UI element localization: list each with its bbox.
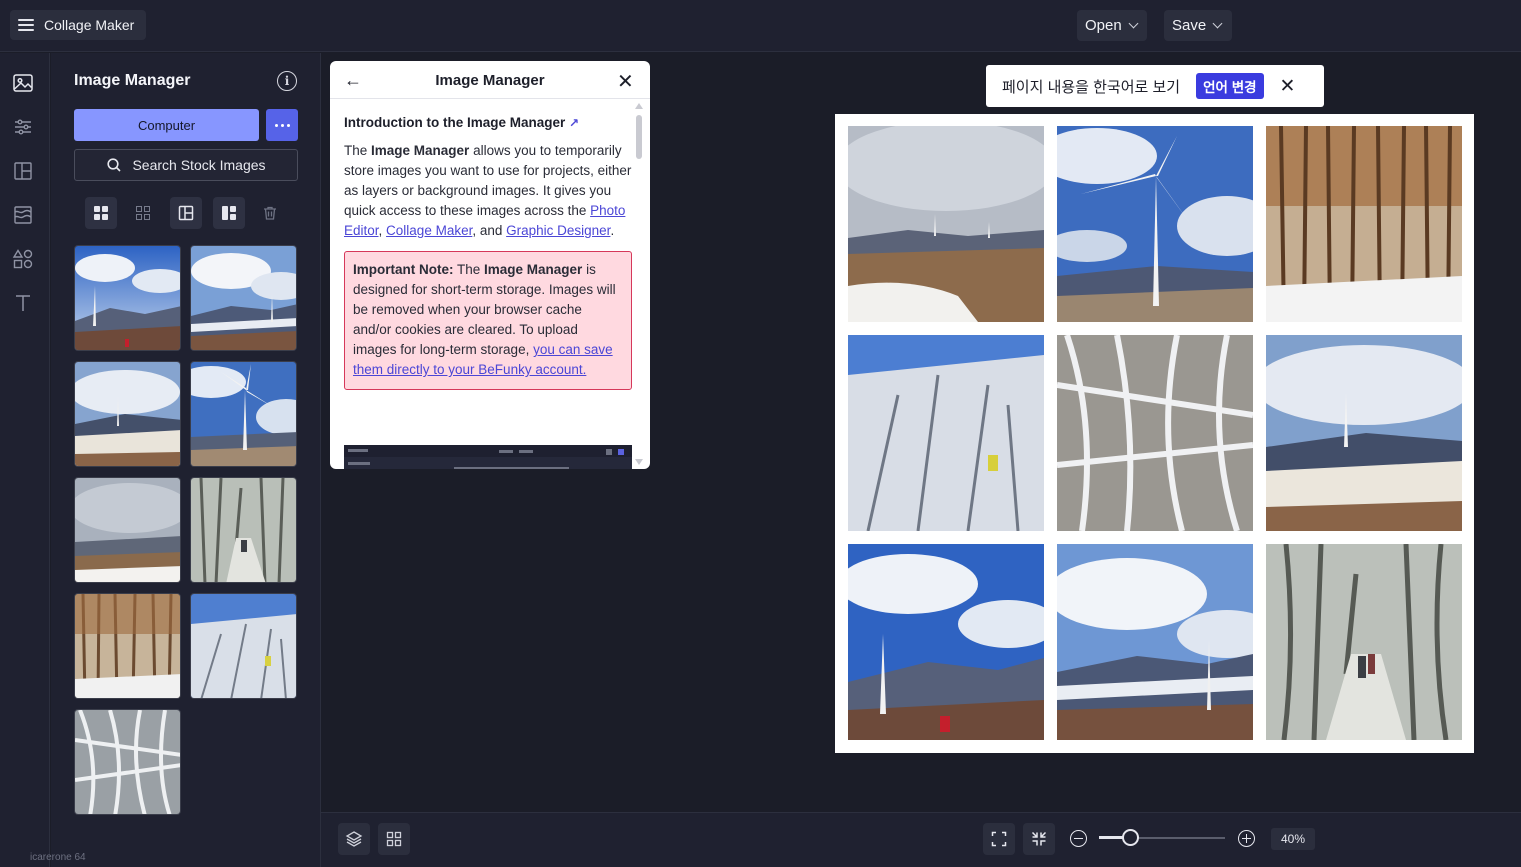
tool-rail: [0, 53, 50, 867]
app-menu-button[interactable]: Collage Maker: [10, 10, 146, 40]
close-icon[interactable]: ✕: [617, 69, 634, 94]
thumbnail[interactable]: [74, 361, 181, 467]
texture-icon[interactable]: [12, 204, 34, 226]
thumbnail[interactable]: [190, 245, 297, 351]
chevron-down-icon: [1128, 18, 1139, 29]
collage-cell[interactable]: [1266, 335, 1462, 531]
image-manager-panel: Image Manager i Computer Search Stock Im…: [51, 53, 321, 867]
zoom-out-icon[interactable]: [1070, 830, 1087, 847]
layout-icon[interactable]: [12, 160, 34, 182]
open-label: Open: [1085, 17, 1122, 34]
text-icon[interactable]: [12, 292, 34, 314]
save-button[interactable]: Save: [1164, 10, 1232, 41]
layers-icon[interactable]: [338, 823, 370, 855]
zoom-slider-handle[interactable]: [1122, 829, 1139, 846]
help-heading[interactable]: Introduction to the Image Manager ↗: [344, 113, 632, 133]
app-name: Collage Maker: [44, 17, 135, 33]
graphic-designer-link[interactable]: Graphic Designer: [506, 223, 610, 238]
collage-cell[interactable]: [1266, 126, 1462, 322]
collage-cell[interactable]: [848, 335, 1044, 531]
help-header: ← Image Manager ✕: [330, 61, 650, 99]
grid-small-icon[interactable]: [127, 197, 159, 229]
save-label: Save: [1172, 17, 1207, 34]
external-link-icon: ↗: [569, 116, 580, 130]
note-bold: Image Manager: [484, 262, 583, 277]
zoom-value[interactable]: 40%: [1271, 828, 1315, 850]
layout-split-icon[interactable]: [170, 197, 202, 229]
computer-upload-button[interactable]: Computer: [74, 109, 259, 141]
intro-text: , and: [472, 223, 507, 238]
top-bar: Collage Maker Open Save: [0, 0, 1521, 52]
translate-text: 페이지 내용을 한국어로 보기: [1002, 78, 1181, 96]
sliders-icon[interactable]: [12, 116, 34, 138]
help-body: Introduction to the Image Manager ↗ The …: [344, 113, 632, 390]
search-label: Search Stock Images: [132, 157, 266, 173]
zoom-in-icon[interactable]: [1238, 830, 1255, 847]
stray-text: icarerone 64: [30, 852, 86, 863]
note-label: Important Note:: [353, 262, 454, 277]
thumbnail[interactable]: [190, 477, 297, 583]
thumbnail[interactable]: [74, 245, 181, 351]
collage-cell[interactable]: [848, 126, 1044, 322]
change-language-button[interactable]: 언어 변경: [1196, 73, 1264, 99]
actual-size-icon[interactable]: [1023, 823, 1055, 855]
help-screenshot: [344, 445, 632, 469]
chevron-down-icon: [1212, 18, 1223, 29]
thumbnail[interactable]: [190, 593, 297, 699]
trash-icon[interactable]: [254, 197, 286, 229]
intro-bold: Image Manager: [371, 143, 470, 158]
search-stock-images-button[interactable]: Search Stock Images: [74, 149, 298, 181]
help-popup: ← Image Manager ✕ Introduction to the Im…: [330, 61, 650, 469]
collage-cell[interactable]: [1266, 544, 1462, 740]
translate-bar: 페이지 내용을 한국어로 보기 언어 변경 ✕: [986, 65, 1324, 107]
grid-large-icon[interactable]: [85, 197, 117, 229]
info-icon[interactable]: i: [277, 71, 297, 91]
more-options-button[interactable]: [266, 109, 298, 141]
thumbnail[interactable]: [190, 361, 297, 467]
thumbnail[interactable]: [74, 593, 181, 699]
important-note: Important Note: The Image Manager is des…: [344, 251, 632, 390]
collage-maker-link[interactable]: Collage Maker: [386, 223, 472, 238]
layout-masonry-icon[interactable]: [213, 197, 245, 229]
grid-icon[interactable]: [378, 823, 410, 855]
collage-cell[interactable]: [1057, 544, 1253, 740]
close-icon[interactable]: ✕: [1280, 75, 1296, 98]
intro-text: The: [344, 143, 372, 158]
intro-text: ,: [378, 223, 387, 238]
bottom-bar: 40%: [321, 812, 1521, 867]
intro-text: .: [610, 223, 615, 238]
thumbnail[interactable]: [74, 477, 181, 583]
open-button[interactable]: Open: [1077, 10, 1147, 41]
panel-title: Image Manager: [74, 72, 191, 89]
help-scrollbar[interactable]: [634, 101, 644, 467]
search-icon: [107, 158, 122, 172]
help-title: Image Manager: [435, 72, 545, 89]
shapes-icon[interactable]: [12, 248, 34, 270]
image-icon[interactable]: [12, 72, 34, 94]
help-intro: The Image Manager allows you to temporar…: [344, 141, 632, 241]
fit-to-screen-icon[interactable]: [983, 823, 1015, 855]
collage-cell[interactable]: [1057, 335, 1253, 531]
collage-cell[interactable]: [848, 544, 1044, 740]
thumbnail[interactable]: [74, 709, 181, 815]
help-heading-text: Introduction to the Image Manager: [344, 115, 566, 130]
note-text: The: [453, 262, 485, 277]
collage-cell[interactable]: [1057, 126, 1253, 322]
collage-canvas[interactable]: [835, 114, 1474, 753]
hamburger-icon: [18, 19, 34, 31]
